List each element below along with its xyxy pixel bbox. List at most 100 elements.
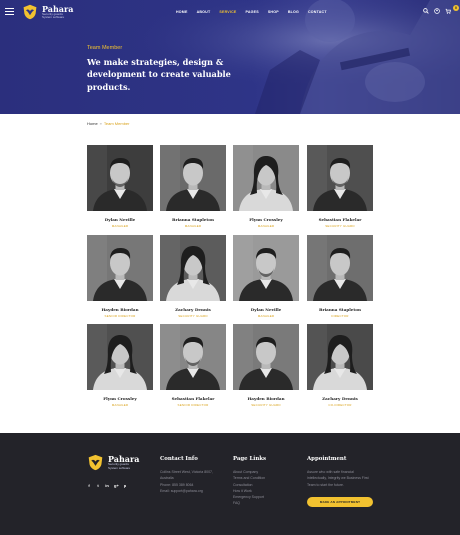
team-card[interactable]: Zachary Dennis CO-DIRECTOR xyxy=(307,324,373,407)
page-kicker: Team Member xyxy=(87,45,123,51)
team-card[interactable]: Dylan Neville MANAGER xyxy=(87,145,153,228)
team-member-role: SENIOR DIRECTOR xyxy=(177,403,209,407)
team-member-name: Zachary Dennis xyxy=(322,396,358,401)
cart-count-badge: 0 xyxy=(453,5,459,11)
team-member-photo xyxy=(307,324,373,390)
twitter-icon[interactable]: t xyxy=(96,483,100,488)
portrait-image xyxy=(233,145,299,211)
portrait-image xyxy=(307,235,373,301)
team-card[interactable]: Sebastian Flakelar SECURITY GUARD xyxy=(307,145,373,228)
team-member-role: MANAGER xyxy=(257,314,275,318)
team-card[interactable]: Brianna Stapleton MANAGER xyxy=(160,145,226,228)
team-member-role: CO-DIRECTOR xyxy=(328,403,352,407)
team-card[interactable]: Dylan Neville MANAGER xyxy=(233,235,299,318)
top-navigation-bar: Pahara Security guards System software H… xyxy=(0,0,460,24)
footer-links-column: Page Links About Company Terms and Condi… xyxy=(233,456,266,507)
team-member-name: Hayden Riordan xyxy=(247,396,285,401)
portrait-image xyxy=(233,235,299,301)
google-plus-icon[interactable]: g+ xyxy=(114,483,119,488)
team-member-name: Sebastian Flakelar xyxy=(171,396,215,401)
appointment-text: Team to start the future. xyxy=(307,482,344,487)
team-member-role: DIRECTOR xyxy=(331,314,349,318)
hamburger-menu-icon[interactable] xyxy=(5,8,14,15)
nav-blog[interactable]: BLOG xyxy=(288,10,299,14)
breadcrumb-home-link[interactable]: Home xyxy=(87,121,98,126)
breadcrumb-separator: » xyxy=(99,121,102,126)
footer-links-heading: Page Links xyxy=(233,456,267,462)
portrait-image xyxy=(87,145,153,211)
breadcrumb-current: Team Member xyxy=(103,121,130,126)
team-member-photo xyxy=(233,145,299,211)
footer-appointment-heading: Appointment xyxy=(307,456,347,462)
nav-shop[interactable]: SHOP xyxy=(268,10,279,14)
page-title: We make strategies, design & development… xyxy=(87,57,231,92)
team-card[interactable]: Sebastian Flakelar SENIOR DIRECTOR xyxy=(160,324,226,407)
team-member-name: Flynn Crossley xyxy=(249,217,283,222)
team-card[interactable]: Zachary Dennis SECURITY GUARD xyxy=(160,235,226,318)
search-icon[interactable] xyxy=(423,8,429,14)
nav-service[interactable]: SERVICE xyxy=(219,10,236,14)
site-logo[interactable]: Pahara Security guards System software xyxy=(22,4,73,20)
team-member-photo xyxy=(307,235,373,301)
linkedin-icon[interactable]: in xyxy=(105,483,109,488)
brand-tagline: System software xyxy=(42,15,65,19)
team-card[interactable]: Flynn Crossley MANAGER xyxy=(233,145,299,228)
team-member-photo xyxy=(87,145,153,211)
portrait-image xyxy=(160,235,226,301)
team-member-role: SECURITY GUARD xyxy=(178,314,208,318)
nav-contact[interactable]: CONTACT xyxy=(308,10,327,14)
team-member-name: Dylan Neville xyxy=(104,217,136,222)
pinterest-icon[interactable]: p xyxy=(123,483,127,488)
footer-logo[interactable]: Pahara Security guards System software xyxy=(87,454,139,471)
cart-button[interactable]: 0 xyxy=(445,5,459,14)
team-member-name: Flynn Crossley xyxy=(103,396,137,401)
breadcrumb: Home» Team Member xyxy=(87,121,129,126)
team-member-role: MANAGER xyxy=(257,224,275,228)
appointment-text: intellectually, Integrity we Business Fi… xyxy=(307,476,369,481)
team-member-name: Brianna Stapleton xyxy=(319,307,361,312)
team-member-photo xyxy=(307,145,373,211)
footer-appointment-column: Appointment Assure who with safe financi… xyxy=(307,456,373,507)
site-footer: Pahara Security guards System software f… xyxy=(0,433,460,535)
footer-contact-column: Contact Info Collins Street West, Victor… xyxy=(160,456,213,494)
team-member-role: SECURITY GUARD xyxy=(325,224,355,228)
contact-email[interactable]: Email: support@pahara.org xyxy=(160,488,213,494)
facebook-icon[interactable]: f xyxy=(87,483,91,488)
team-member-photo xyxy=(233,235,299,301)
footer-link[interactable]: FAQ xyxy=(233,500,266,506)
team-member-name: Dylan Neville xyxy=(250,307,282,312)
team-member-role: MANAGER xyxy=(111,403,129,407)
eagle-shield-logo-icon xyxy=(88,454,103,471)
portrait-image xyxy=(87,235,153,301)
team-member-name: Hayden Riordan xyxy=(101,307,139,312)
team-member-name: Brianna Stapleton xyxy=(172,217,214,222)
portrait-image xyxy=(307,145,373,211)
social-links: f t in g+ p xyxy=(87,483,127,488)
cart-icon xyxy=(445,8,451,14)
nav-about[interactable]: ABOUT xyxy=(197,10,211,14)
eagle-shield-logo-icon xyxy=(23,4,37,20)
portrait-image xyxy=(233,324,299,390)
team-member-role: MANAGER xyxy=(111,224,129,228)
make-appointment-button[interactable]: MAKE AN APPOINTMENT xyxy=(307,497,373,507)
nav-pages[interactable]: PAGES xyxy=(246,10,259,14)
portrait-image xyxy=(87,324,153,390)
team-card[interactable]: Hayden Riordan SECURITY GUARD xyxy=(233,324,299,407)
nav-home[interactable]: HOME xyxy=(176,10,188,14)
team-member-photo xyxy=(160,145,226,211)
team-member-name: Sebastian Flakelar xyxy=(318,217,362,222)
footer-link[interactable]: Terms and Condition xyxy=(233,475,266,481)
team-member-role: SECURITY GUARD xyxy=(251,403,281,407)
user-icon[interactable] xyxy=(434,8,440,14)
portrait-image xyxy=(307,324,373,390)
team-card[interactable]: Flynn Crossley MANAGER xyxy=(87,324,153,407)
team-card[interactable]: Brianna Stapleton DIRECTOR xyxy=(307,235,373,318)
team-member-name: Zachary Dennis xyxy=(175,307,211,312)
team-member-photo xyxy=(87,235,153,301)
portrait-image xyxy=(160,145,226,211)
footer-contact-heading: Contact Info xyxy=(160,456,198,462)
team-card[interactable]: Hayden Riordan SENIOR DIRECTOR xyxy=(87,235,153,318)
team-member-role: MANAGER xyxy=(184,224,202,228)
team-member-photo xyxy=(233,324,299,390)
team-member-photo xyxy=(160,235,226,301)
